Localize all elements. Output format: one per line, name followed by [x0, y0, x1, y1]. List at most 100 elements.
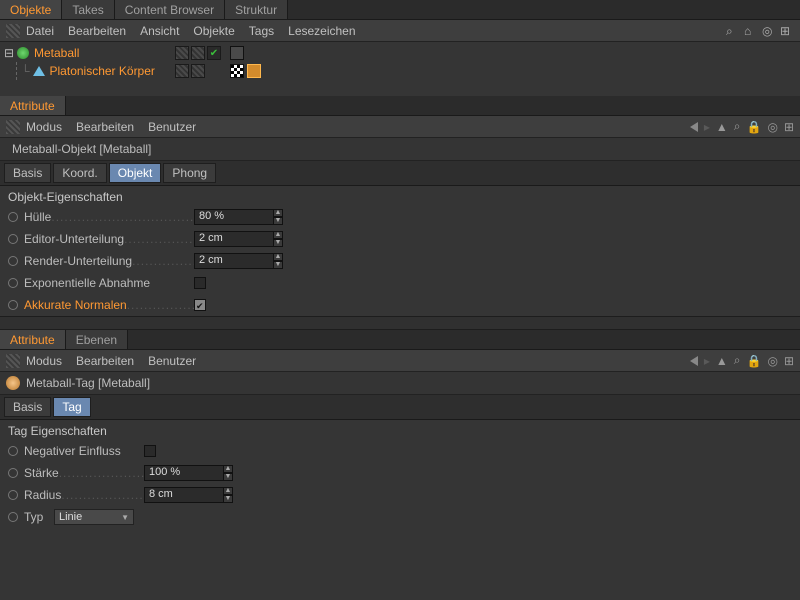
subtab-basis[interactable]: Basis: [4, 163, 51, 183]
forward-icon[interactable]: ▸: [704, 354, 710, 368]
anim-ring-icon[interactable]: [8, 468, 18, 478]
menu-modus[interactable]: Modus: [26, 120, 62, 134]
editor-unterteilung-input[interactable]: 2 cm: [194, 231, 274, 247]
akkurate-checkbox[interactable]: [194, 299, 206, 311]
back-icon[interactable]: [690, 356, 698, 366]
tab-attribute2[interactable]: Attribute: [0, 330, 66, 349]
menu-objekte[interactable]: Objekte: [193, 24, 234, 38]
back-icon[interactable]: [690, 122, 698, 132]
tree-collapse-icon[interactable]: ⊟: [4, 46, 14, 60]
spinner-down[interactable]: ▼: [223, 495, 233, 503]
group-title: Objekt-Eigenschaften: [0, 186, 800, 206]
attr1-menu: Modus Bearbeiten Benutzer ▸ ▲ ⌕ 🔒 ◎ ⊞: [0, 116, 800, 138]
anim-ring-icon[interactable]: [8, 256, 18, 266]
spinner-down[interactable]: ▼: [223, 473, 233, 481]
prop-label: Akkurate Normalen: [24, 298, 194, 312]
grip-icon[interactable]: [6, 120, 20, 134]
new-window-icon[interactable]: ⊞: [784, 120, 794, 134]
exponentielle-checkbox[interactable]: [194, 277, 206, 289]
spinner-up[interactable]: ▲: [223, 487, 233, 495]
spinner-up[interactable]: ▲: [273, 231, 283, 239]
search-icon[interactable]: ⌕: [734, 119, 741, 134]
object-name: Metaball-Objekt [Metaball]: [12, 142, 151, 156]
target-icon[interactable]: ◎: [767, 354, 777, 368]
anim-ring-icon[interactable]: [8, 446, 18, 456]
layer-dot[interactable]: [175, 46, 189, 60]
prop-exponentielle: Exponentielle Abnahme: [0, 272, 800, 294]
prop-editor-unterteilung: Editor-Unterteilung 2 cm ▲▼: [0, 228, 800, 250]
tree-label[interactable]: Metaball: [34, 46, 79, 60]
tree-label[interactable]: Platonischer Körper: [50, 64, 155, 78]
tag-slot[interactable]: [230, 46, 244, 60]
menu-dots-icon[interactable]: ⊞: [780, 24, 794, 38]
tab-attribute[interactable]: Attribute: [0, 96, 66, 115]
tab-objekte[interactable]: Objekte: [0, 0, 62, 19]
search-icon[interactable]: ⌕: [734, 353, 741, 368]
menu-bearbeiten[interactable]: Bearbeiten: [76, 120, 134, 134]
tab-content-browser[interactable]: Content Browser: [115, 0, 225, 19]
layer-dot[interactable]: [175, 64, 189, 78]
grip-icon[interactable]: [6, 354, 20, 368]
anim-ring-icon[interactable]: [8, 512, 18, 522]
subtab-phong[interactable]: Phong: [163, 163, 216, 183]
tree-row-platonischer[interactable]: └ Platonischer Körper: [21, 62, 796, 80]
prop-label: Negativer Einfluss: [24, 444, 144, 458]
anim-ring-icon[interactable]: [8, 490, 18, 500]
search-icon[interactable]: ⌕: [726, 24, 740, 38]
spinner-up[interactable]: ▲: [223, 465, 233, 473]
prop-typ: Typ Linie▼: [0, 506, 800, 528]
radius-input[interactable]: 8 cm: [144, 487, 224, 503]
menu-bearbeiten[interactable]: Bearbeiten: [76, 354, 134, 368]
negativer-checkbox[interactable]: [144, 445, 156, 457]
tag-metaball-icon[interactable]: [247, 64, 261, 78]
huelle-input[interactable]: 80 %: [194, 209, 274, 225]
tab-struktur[interactable]: Struktur: [225, 0, 288, 19]
attr1-object-line: Metaball-Objekt [Metaball]: [0, 138, 800, 161]
menu-modus[interactable]: Modus: [26, 354, 62, 368]
render-unterteilung-input[interactable]: 2 cm: [194, 253, 274, 269]
menu-benutzer[interactable]: Benutzer: [148, 354, 196, 368]
home-icon[interactable]: ⌂: [744, 24, 758, 38]
anim-ring-icon[interactable]: [8, 300, 18, 310]
platonic-icon: [32, 64, 46, 78]
tab-takes[interactable]: Takes: [62, 0, 114, 19]
grip-icon[interactable]: [6, 24, 20, 38]
menu-ansicht[interactable]: Ansicht: [140, 24, 179, 38]
menu-datei[interactable]: Datei: [26, 24, 54, 38]
layer-dot[interactable]: [191, 46, 205, 60]
spinner-up[interactable]: ▲: [273, 253, 283, 261]
tag-checker-icon[interactable]: [230, 64, 244, 78]
spinner-down[interactable]: ▼: [273, 239, 283, 247]
anim-ring-icon[interactable]: [8, 278, 18, 288]
target-icon[interactable]: ◎: [767, 120, 777, 134]
spinner-down[interactable]: ▼: [273, 217, 283, 225]
typ-dropdown[interactable]: Linie▼: [54, 509, 134, 525]
subtab-basis2[interactable]: Basis: [4, 397, 51, 417]
new-window-icon[interactable]: ⊞: [784, 354, 794, 368]
lock-icon[interactable]: 🔒: [747, 120, 762, 134]
tree-row-metaball[interactable]: ⊟ Metaball: [4, 44, 796, 62]
subtab-objekt[interactable]: Objekt: [109, 163, 162, 183]
forward-icon[interactable]: ▸: [704, 120, 710, 134]
render-dot[interactable]: [207, 46, 221, 60]
anim-ring-icon[interactable]: [8, 234, 18, 244]
menu-tags[interactable]: Tags: [249, 24, 274, 38]
menu-bearbeiten[interactable]: Bearbeiten: [68, 24, 126, 38]
layer-dot[interactable]: [191, 64, 205, 78]
up-icon[interactable]: ▲: [716, 354, 728, 368]
tab-ebenen[interactable]: Ebenen: [66, 330, 128, 349]
subtab-tag[interactable]: Tag: [53, 397, 90, 417]
eye-icon[interactable]: ◎: [762, 24, 776, 38]
prop-label: Radius: [24, 488, 144, 502]
spinner-down[interactable]: ▼: [273, 261, 283, 269]
subtab-koord[interactable]: Koord.: [53, 163, 106, 183]
staerke-input[interactable]: 100 %: [144, 465, 224, 481]
attr2-object-line: Metaball-Tag [Metaball]: [0, 372, 800, 395]
lock-icon[interactable]: 🔒: [747, 354, 762, 368]
anim-ring-icon[interactable]: [8, 212, 18, 222]
up-icon[interactable]: ▲: [716, 120, 728, 134]
menu-benutzer[interactable]: Benutzer: [148, 120, 196, 134]
menu-lesezeichen[interactable]: Lesezeichen: [288, 24, 355, 38]
spinner-up[interactable]: ▲: [273, 209, 283, 217]
object-tree: ⊟ Metaball └ Platonischer Körper: [0, 42, 800, 96]
